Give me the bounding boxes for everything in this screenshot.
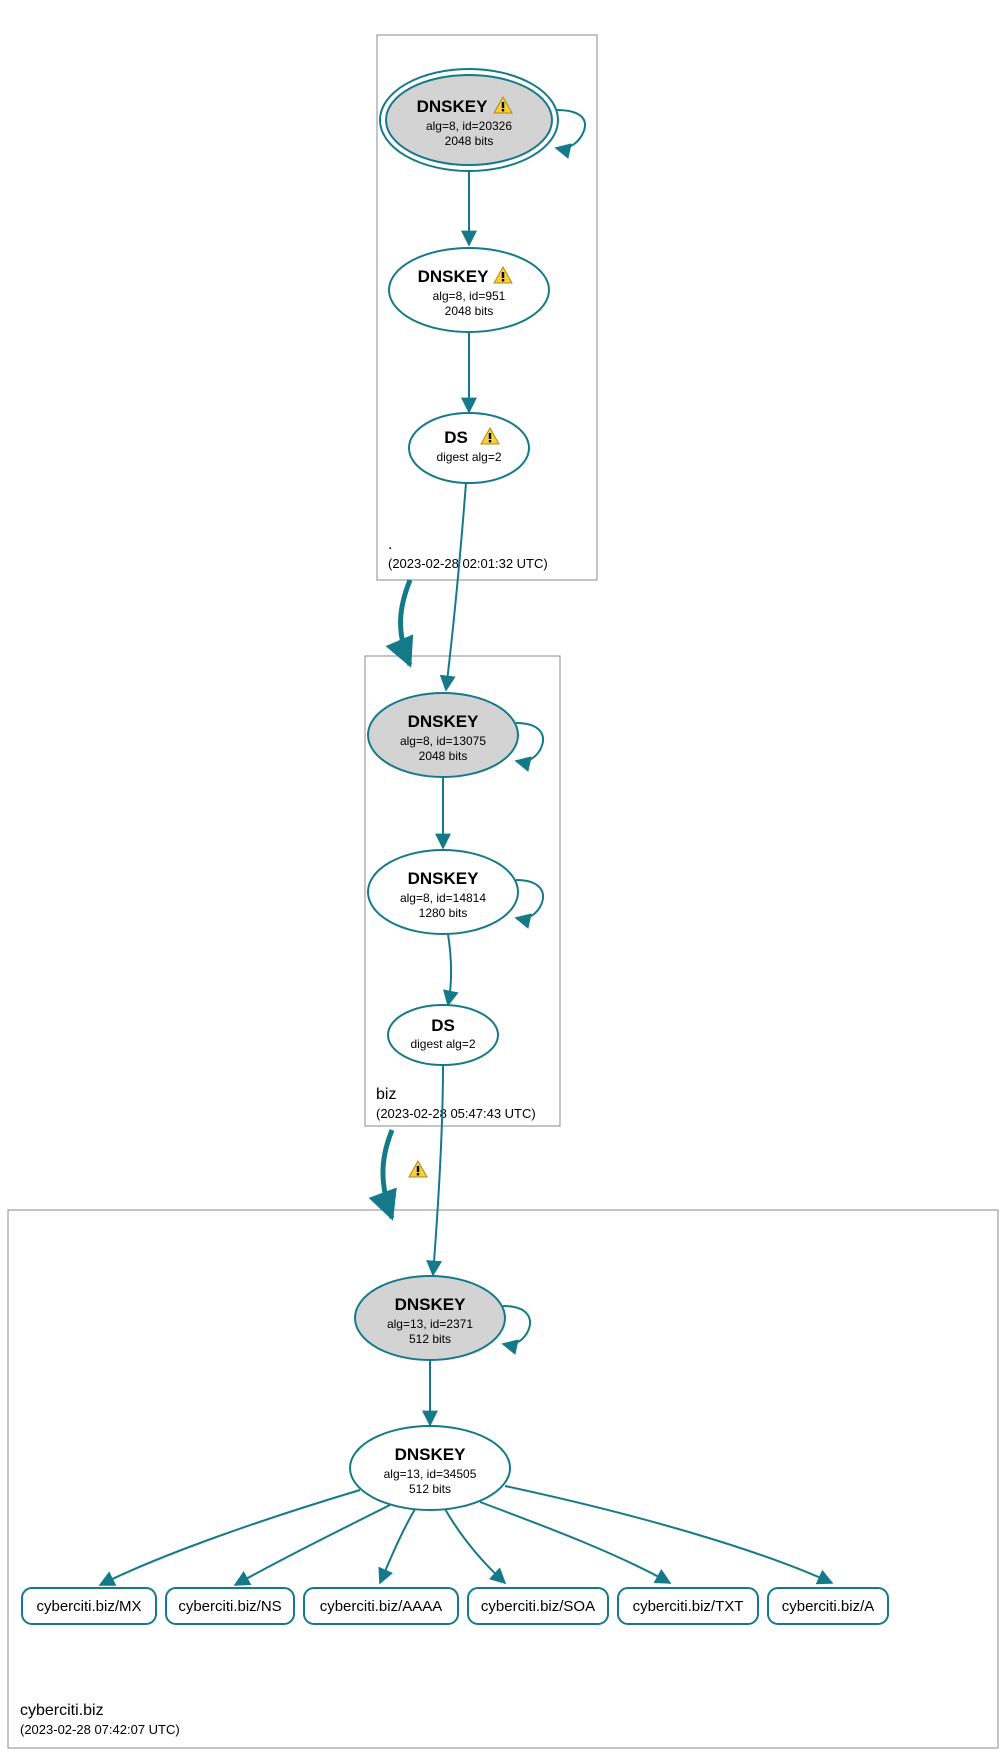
zone-root-time: (2023-02-28 02:01:32 UTC) [388,556,548,571]
root-ksk-l2: 2048 bits [445,134,494,148]
edge [235,1505,390,1585]
svg-text:cyberciti.biz/AAAA: cyberciti.biz/AAAA [320,1598,443,1615]
rrset-mx[interactable]: cyberciti.biz/MX [22,1588,156,1624]
node-root-zsk[interactable]: DNSKEY alg=8, id=951 2048 bits [389,248,549,332]
svg-text:cyberciti.biz/MX: cyberciti.biz/MX [36,1598,141,1615]
edge [448,934,451,1005]
cy-zsk-title: DNSKEY [395,1445,467,1464]
rrset-aaaa[interactable]: cyberciti.biz/AAAA [304,1588,458,1624]
cy-ksk-title: DNSKEY [395,1295,467,1314]
biz-ds-title: DS [431,1016,455,1035]
root-ksk-l1: alg=8, id=20326 [426,119,512,133]
root-ds-title: DS [444,428,468,447]
rrset-a[interactable]: cyberciti.biz/A [768,1588,888,1624]
svg-text:cyberciti.biz/NS: cyberciti.biz/NS [178,1598,281,1615]
node-cyberciti-zsk[interactable]: DNSKEY alg=13, id=34505 512 bits [350,1426,510,1510]
node-biz-zsk[interactable]: DNSKEY alg=8, id=14814 1280 bits [368,850,518,934]
edge [380,1509,415,1583]
root-ds-l1: digest alg=2 [436,450,501,464]
self-loop [503,1306,530,1345]
node-biz-ds[interactable]: DS digest alg=2 [388,1005,498,1065]
cy-ksk-l1: alg=13, id=2371 [387,1317,473,1331]
zone-biz-name: biz [376,1086,396,1103]
cy-zsk-l2: 512 bits [409,1482,451,1496]
root-zsk-l2: 2048 bits [445,304,494,318]
svg-text:cyberciti.biz/TXT: cyberciti.biz/TXT [633,1598,744,1615]
delegation-edge [383,1130,392,1218]
biz-ksk-l1: alg=8, id=13075 [400,734,486,748]
zone-root-name: . [388,536,392,553]
edge [446,483,466,690]
edge [445,1509,505,1583]
root-zsk-title: DNSKEY [418,267,490,286]
node-biz-ksk[interactable]: DNSKEY alg=8, id=13075 2048 bits [368,693,518,777]
rrset-txt[interactable]: cyberciti.biz/TXT [618,1588,758,1624]
biz-ksk-title: DNSKEY [408,712,480,731]
delegation-edge [401,580,410,665]
zone-biz-time: (2023-02-28 05:47:43 UTC) [376,1106,536,1121]
edge [100,1490,360,1585]
root-zsk-l1: alg=8, id=951 [433,289,506,303]
rrset-ns[interactable]: cyberciti.biz/NS [166,1588,294,1624]
cy-ksk-l2: 512 bits [409,1332,451,1346]
self-loop [516,880,543,919]
self-loop [556,110,585,148]
node-root-ksk[interactable]: DNSKEY alg=8, id=20326 2048 bits [380,69,558,171]
node-cyberciti-ksk[interactable]: DNSKEY alg=13, id=2371 512 bits [355,1276,505,1360]
edge [480,1502,670,1583]
node-root-ds[interactable]: DS digest alg=2 [409,413,529,483]
edge [505,1486,832,1583]
biz-zsk-l1: alg=8, id=14814 [400,891,486,905]
biz-ksk-l2: 2048 bits [419,749,468,763]
dnssec-diagram: . (2023-02-28 02:01:32 UTC) biz (2023-02… [0,0,1005,1756]
self-loop [516,723,543,762]
edge [433,1065,443,1275]
svg-text:cyberciti.biz/A: cyberciti.biz/A [782,1598,875,1615]
svg-text:cyberciti.biz/SOA: cyberciti.biz/SOA [481,1598,595,1615]
biz-ds-l1: digest alg=2 [410,1037,475,1051]
root-ksk-title: DNSKEY [417,97,489,116]
biz-zsk-title: DNSKEY [408,869,480,888]
rrset-soa[interactable]: cyberciti.biz/SOA [468,1588,608,1624]
warning-icon [409,1161,427,1177]
zone-cyberciti-name: cyberciti.biz [20,1702,104,1719]
zone-cyberciti-time: (2023-02-28 07:42:07 UTC) [20,1722,180,1737]
cy-zsk-l1: alg=13, id=34505 [384,1467,477,1481]
biz-zsk-l2: 1280 bits [419,906,468,920]
